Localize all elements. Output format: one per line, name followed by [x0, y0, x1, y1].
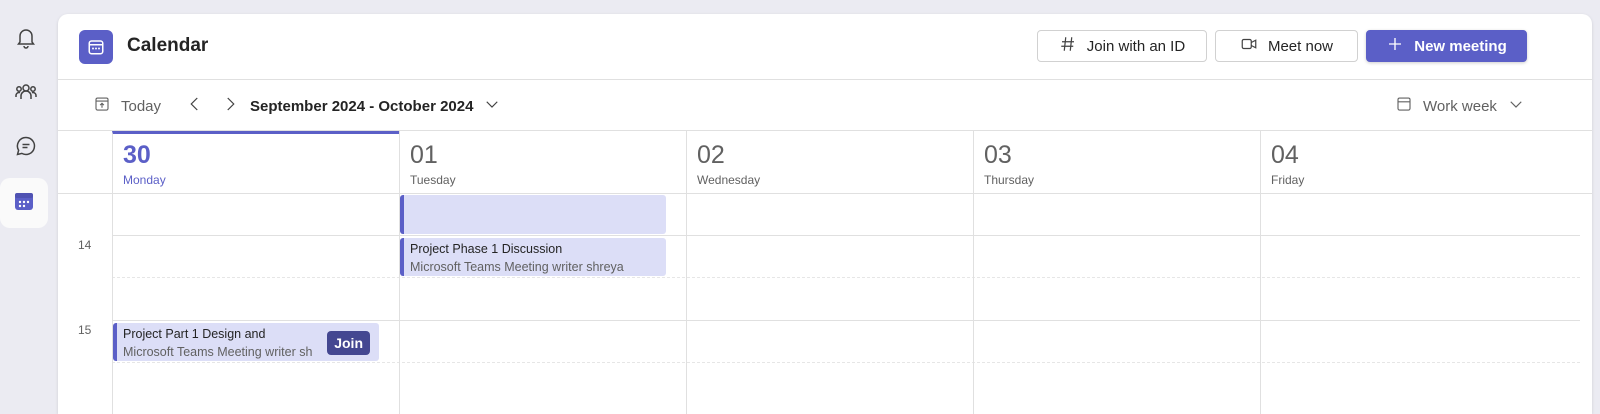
hour-label: 15 [78, 323, 92, 337]
half-hour-line [112, 277, 1580, 278]
calendar-toolbar: Today September 2024 - October 2024 Work… [58, 80, 1592, 131]
rail-activity-button[interactable] [4, 18, 48, 62]
people-icon [14, 80, 38, 109]
day-name: Monday [123, 173, 166, 187]
calendar-panel: Calendar Join with an ID Meet now New me… [58, 14, 1592, 414]
day-header[interactable]: 04 Friday [1260, 131, 1547, 193]
chevron-down-icon [483, 95, 501, 117]
calendar-today-icon [93, 95, 111, 117]
join-meeting-button[interactable]: Join [327, 331, 370, 355]
column-divider [686, 193, 687, 414]
today-button[interactable]: Today [93, 95, 161, 117]
meet-now-button[interactable]: Meet now [1215, 30, 1358, 62]
day-number: 30 [123, 141, 151, 169]
half-hour-line [112, 362, 1580, 363]
rail-chat-button[interactable] [4, 126, 48, 170]
day-name: Friday [1271, 173, 1305, 187]
calendar-event[interactable]: Project Part 1 Design and Microsoft Team… [113, 323, 379, 361]
date-range-picker[interactable]: September 2024 - October 2024 [250, 95, 501, 117]
day-number: 02 [697, 141, 725, 169]
hour-label: 14 [78, 238, 92, 252]
day-name: Wednesday [697, 173, 761, 187]
hash-icon [1059, 35, 1077, 57]
bell-icon [14, 26, 38, 55]
rail-calendar-button[interactable] [0, 178, 48, 228]
chevron-left-icon [186, 95, 204, 117]
column-divider [973, 193, 974, 414]
meet-now-label: Meet now [1267, 37, 1334, 55]
today-label: Today [121, 97, 162, 115]
week-grid: 30 Monday 01 Tuesday 02 Wednesday 03 Thu… [58, 131, 1592, 414]
next-range-button[interactable] [221, 95, 239, 117]
day-number: 01 [410, 141, 438, 169]
day-header[interactable]: 01 Tuesday [399, 131, 686, 193]
day-number: 03 [984, 141, 1012, 169]
join-with-id-label: Join with an ID [1086, 37, 1186, 55]
calendar-icon [12, 189, 36, 218]
app-rail [0, 0, 58, 409]
calendar-app-icon [79, 30, 113, 64]
day-number: 04 [1271, 141, 1299, 169]
day-header[interactable]: 30 Monday [112, 131, 399, 193]
chevron-down-icon [1507, 95, 1525, 117]
new-meeting-label: New meeting [1414, 37, 1507, 55]
hour-line [112, 235, 1580, 236]
video-camera-icon [1240, 35, 1258, 57]
day-header[interactable]: 02 Wednesday [686, 131, 973, 193]
page-title: Calendar [127, 35, 209, 56]
chat-icon [14, 134, 38, 163]
chevron-right-icon [221, 95, 239, 117]
view-selector[interactable]: Work week [1395, 95, 1525, 117]
column-divider [112, 193, 113, 414]
day-header[interactable]: 03 Thursday [973, 131, 1260, 193]
previous-range-button[interactable] [186, 95, 204, 117]
calendar-event[interactable] [400, 195, 666, 234]
calendar-event[interactable]: Project Phase 1 Discussion Microsoft Tea… [400, 238, 666, 276]
event-subtitle: Microsoft Teams Meeting writer shreya [410, 260, 624, 274]
column-divider [1260, 193, 1261, 414]
hour-line [112, 320, 1580, 321]
view-label: Work week [1423, 97, 1497, 115]
calendar-header: Calendar Join with an ID Meet now New me… [58, 14, 1592, 80]
day-name: Tuesday [410, 173, 456, 187]
grid-divider [58, 193, 1592, 194]
join-with-id-button[interactable]: Join with an ID [1037, 30, 1207, 62]
rail-teams-button[interactable] [4, 72, 48, 116]
new-meeting-button[interactable]: New meeting [1366, 30, 1527, 62]
work-week-icon [1395, 95, 1413, 117]
day-name: Thursday [984, 173, 1035, 187]
date-range-label: September 2024 - October 2024 [250, 97, 474, 115]
plus-icon [1386, 35, 1404, 57]
event-title: Project Phase 1 Discussion [410, 242, 563, 256]
